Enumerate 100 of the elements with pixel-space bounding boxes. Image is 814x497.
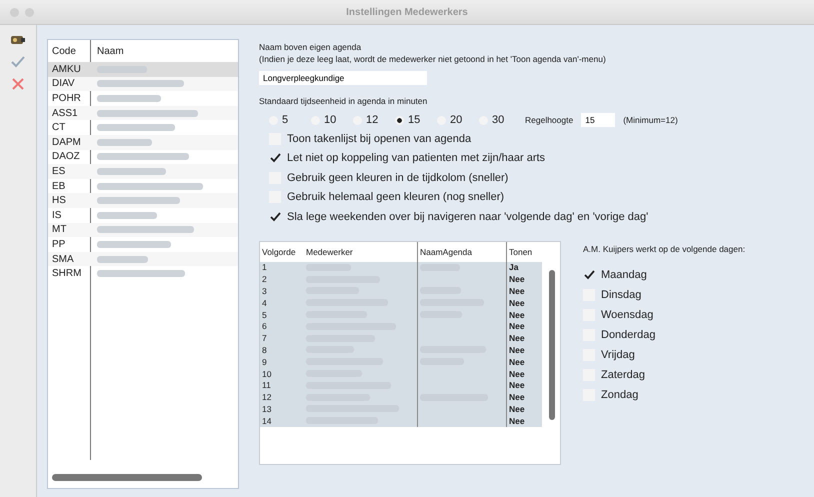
checkbox[interactable]: Maandag	[583, 264, 746, 284]
table-cell-text: ES	[51, 166, 66, 177]
list-row[interactable]: ASS1	[48, 106, 238, 120]
table-cell-text: DIAV	[51, 78, 76, 90]
table-cell-text: DAOZ	[51, 151, 81, 162]
table-row[interactable]: 10 Nee	[260, 368, 542, 380]
blurred-text	[97, 256, 148, 263]
checkbox[interactable]: Vrijdag	[583, 344, 746, 364]
list-row[interactable]: SHRM	[48, 266, 238, 281]
table-cell-text: 13	[261, 403, 272, 415]
table-row[interactable]: 7 Nee	[260, 332, 542, 344]
table-cell-text: SMA	[51, 254, 75, 265]
table-cell-text: 1	[261, 262, 268, 274]
list-row[interactable]: DAPM	[48, 134, 238, 150]
table-cell-text: ASS1	[51, 108, 79, 119]
checkbox[interactable]: Gebruik geen kleuren in de tijdkolom (sneller)	[269, 168, 648, 188]
table-cell-text: 5	[261, 308, 268, 320]
column-header[interactable]: Code	[48, 46, 90, 56]
table-cell-text: Nee	[508, 379, 526, 392]
window-title: Instellingen Medewerkers	[345, 6, 469, 18]
list-row[interactable]: IS	[48, 208, 238, 223]
table-cell-text: MT	[51, 224, 68, 236]
row-height-field[interactable]: 15	[581, 113, 616, 127]
check-icon[interactable]	[9, 55, 27, 69]
check-icon	[270, 153, 280, 164]
table-cell-text: Nee	[508, 414, 526, 427]
list-row[interactable]: PP	[48, 237, 238, 252]
checkbox[interactable]: Gebruik helemaal geen kleuren (nog sneller)	[269, 188, 648, 207]
table-cell-text: Ja	[508, 262, 520, 274]
radio-button[interactable]: 12	[353, 114, 395, 126]
table-cell-text: EB	[51, 180, 66, 192]
blurred-text	[97, 168, 166, 175]
checkbox[interactable]: Let niet op koppeling van patienten met zijn/haar arts	[269, 148, 648, 168]
list-row[interactable]: CT	[48, 120, 238, 135]
table-cell-text: Nee	[508, 332, 526, 344]
radio-button[interactable]: 5	[269, 114, 311, 126]
table-row[interactable]: 2 Nee	[260, 273, 542, 286]
checkbox[interactable]: Donderdag	[583, 324, 746, 344]
table-cell-text: 14	[261, 414, 272, 427]
table-row[interactable]: 11 Nee	[260, 379, 542, 392]
list-row[interactable]: HS	[48, 193, 238, 208]
tool-icon[interactable]	[9, 33, 27, 47]
field-label: Standaard tijdseenheid in agenda in minuten	[259, 95, 428, 107]
radio-button[interactable]: 30	[479, 114, 521, 126]
table-cell-text: Nee	[508, 285, 526, 297]
list-row[interactable]: POHR	[48, 91, 238, 106]
column-header[interactable]: Tonen	[507, 242, 542, 262]
table-cell-text: SHRM	[51, 268, 82, 280]
checkbox[interactable]: Dinsdag	[583, 284, 746, 304]
column-header[interactable]: Medewerker	[304, 242, 417, 262]
table-cell-text: 2	[261, 273, 268, 286]
table-cell-text: AMKU	[51, 64, 82, 75]
table-cell-text: 9	[261, 356, 268, 368]
table-cell-text: DAPM	[51, 136, 82, 148]
hint-text: (Indien je deze leeg laat, wordt de medewerker niet getoond in het 'Toon agenda van'-menu)	[259, 53, 606, 65]
table-cell-text: IS	[51, 210, 62, 221]
blurred-text	[97, 94, 161, 102]
list-row[interactable]: EB	[48, 178, 238, 194]
check-icon	[584, 270, 594, 280]
field-label: Naam boven eigen agenda	[259, 41, 362, 53]
table-cell-text: Nee	[508, 320, 526, 332]
radio-button[interactable]: 20	[437, 114, 479, 126]
list-row[interactable]: ES	[48, 164, 238, 179]
table-row[interactable]: 13 Nee	[260, 403, 542, 415]
list-row[interactable]: MT	[48, 222, 238, 238]
column-header[interactable]: Naam	[91, 40, 238, 62]
checkbox[interactable]: Sla lege weekenden over bij navigeren naar 'volgende dag' en 'vorige dag'	[269, 207, 648, 226]
list-row[interactable]: DIAV	[48, 76, 238, 92]
name-field[interactable]: Longverpleegkundige	[259, 71, 427, 85]
scrollbar[interactable]	[549, 270, 555, 420]
list-row[interactable]: SMA	[48, 252, 238, 266]
column-header[interactable]: Volgorde	[260, 242, 304, 262]
radio-button[interactable]: 15	[395, 114, 437, 126]
blurred-text	[97, 138, 152, 146]
table-row[interactable]: 6 Nee	[260, 320, 542, 332]
checkbox[interactable]: Woensdag	[583, 304, 746, 324]
table-row[interactable]: 14 Nee	[260, 414, 542, 427]
radio-button[interactable]: 10	[311, 114, 353, 126]
table-cell-text: Nee	[508, 308, 526, 320]
table-cell-text: Nee	[508, 344, 526, 356]
checkbox[interactable]: Zaterdag	[583, 364, 746, 384]
table-cell-text: Nee	[508, 368, 526, 380]
table-cell-text: 11	[261, 379, 272, 392]
checkbox[interactable]: Zondag	[583, 384, 746, 404]
list-row[interactable]: AMKU	[48, 62, 238, 77]
table-cell-text: 3	[261, 285, 268, 297]
table-cell-text: Nee	[508, 403, 526, 415]
table-cell-text: 7	[261, 332, 268, 344]
check-icon	[270, 212, 280, 222]
blurred-text	[306, 264, 351, 271]
table-cell-text: Nee	[508, 391, 526, 404]
table-cell-text: HS	[51, 195, 67, 206]
table-cell-text: PP	[51, 238, 66, 250]
list-row[interactable]: DAOZ	[48, 150, 238, 164]
table-cell-text: Nee	[508, 356, 526, 368]
table-cell-text: 12	[261, 391, 272, 404]
table-cell-text: 6	[261, 320, 268, 332]
table-cell-text: Nee	[508, 296, 526, 309]
table-cell-text: 4	[261, 296, 268, 309]
checkbox[interactable]: Toon takenlijst bij openen van agenda	[269, 129, 648, 148]
